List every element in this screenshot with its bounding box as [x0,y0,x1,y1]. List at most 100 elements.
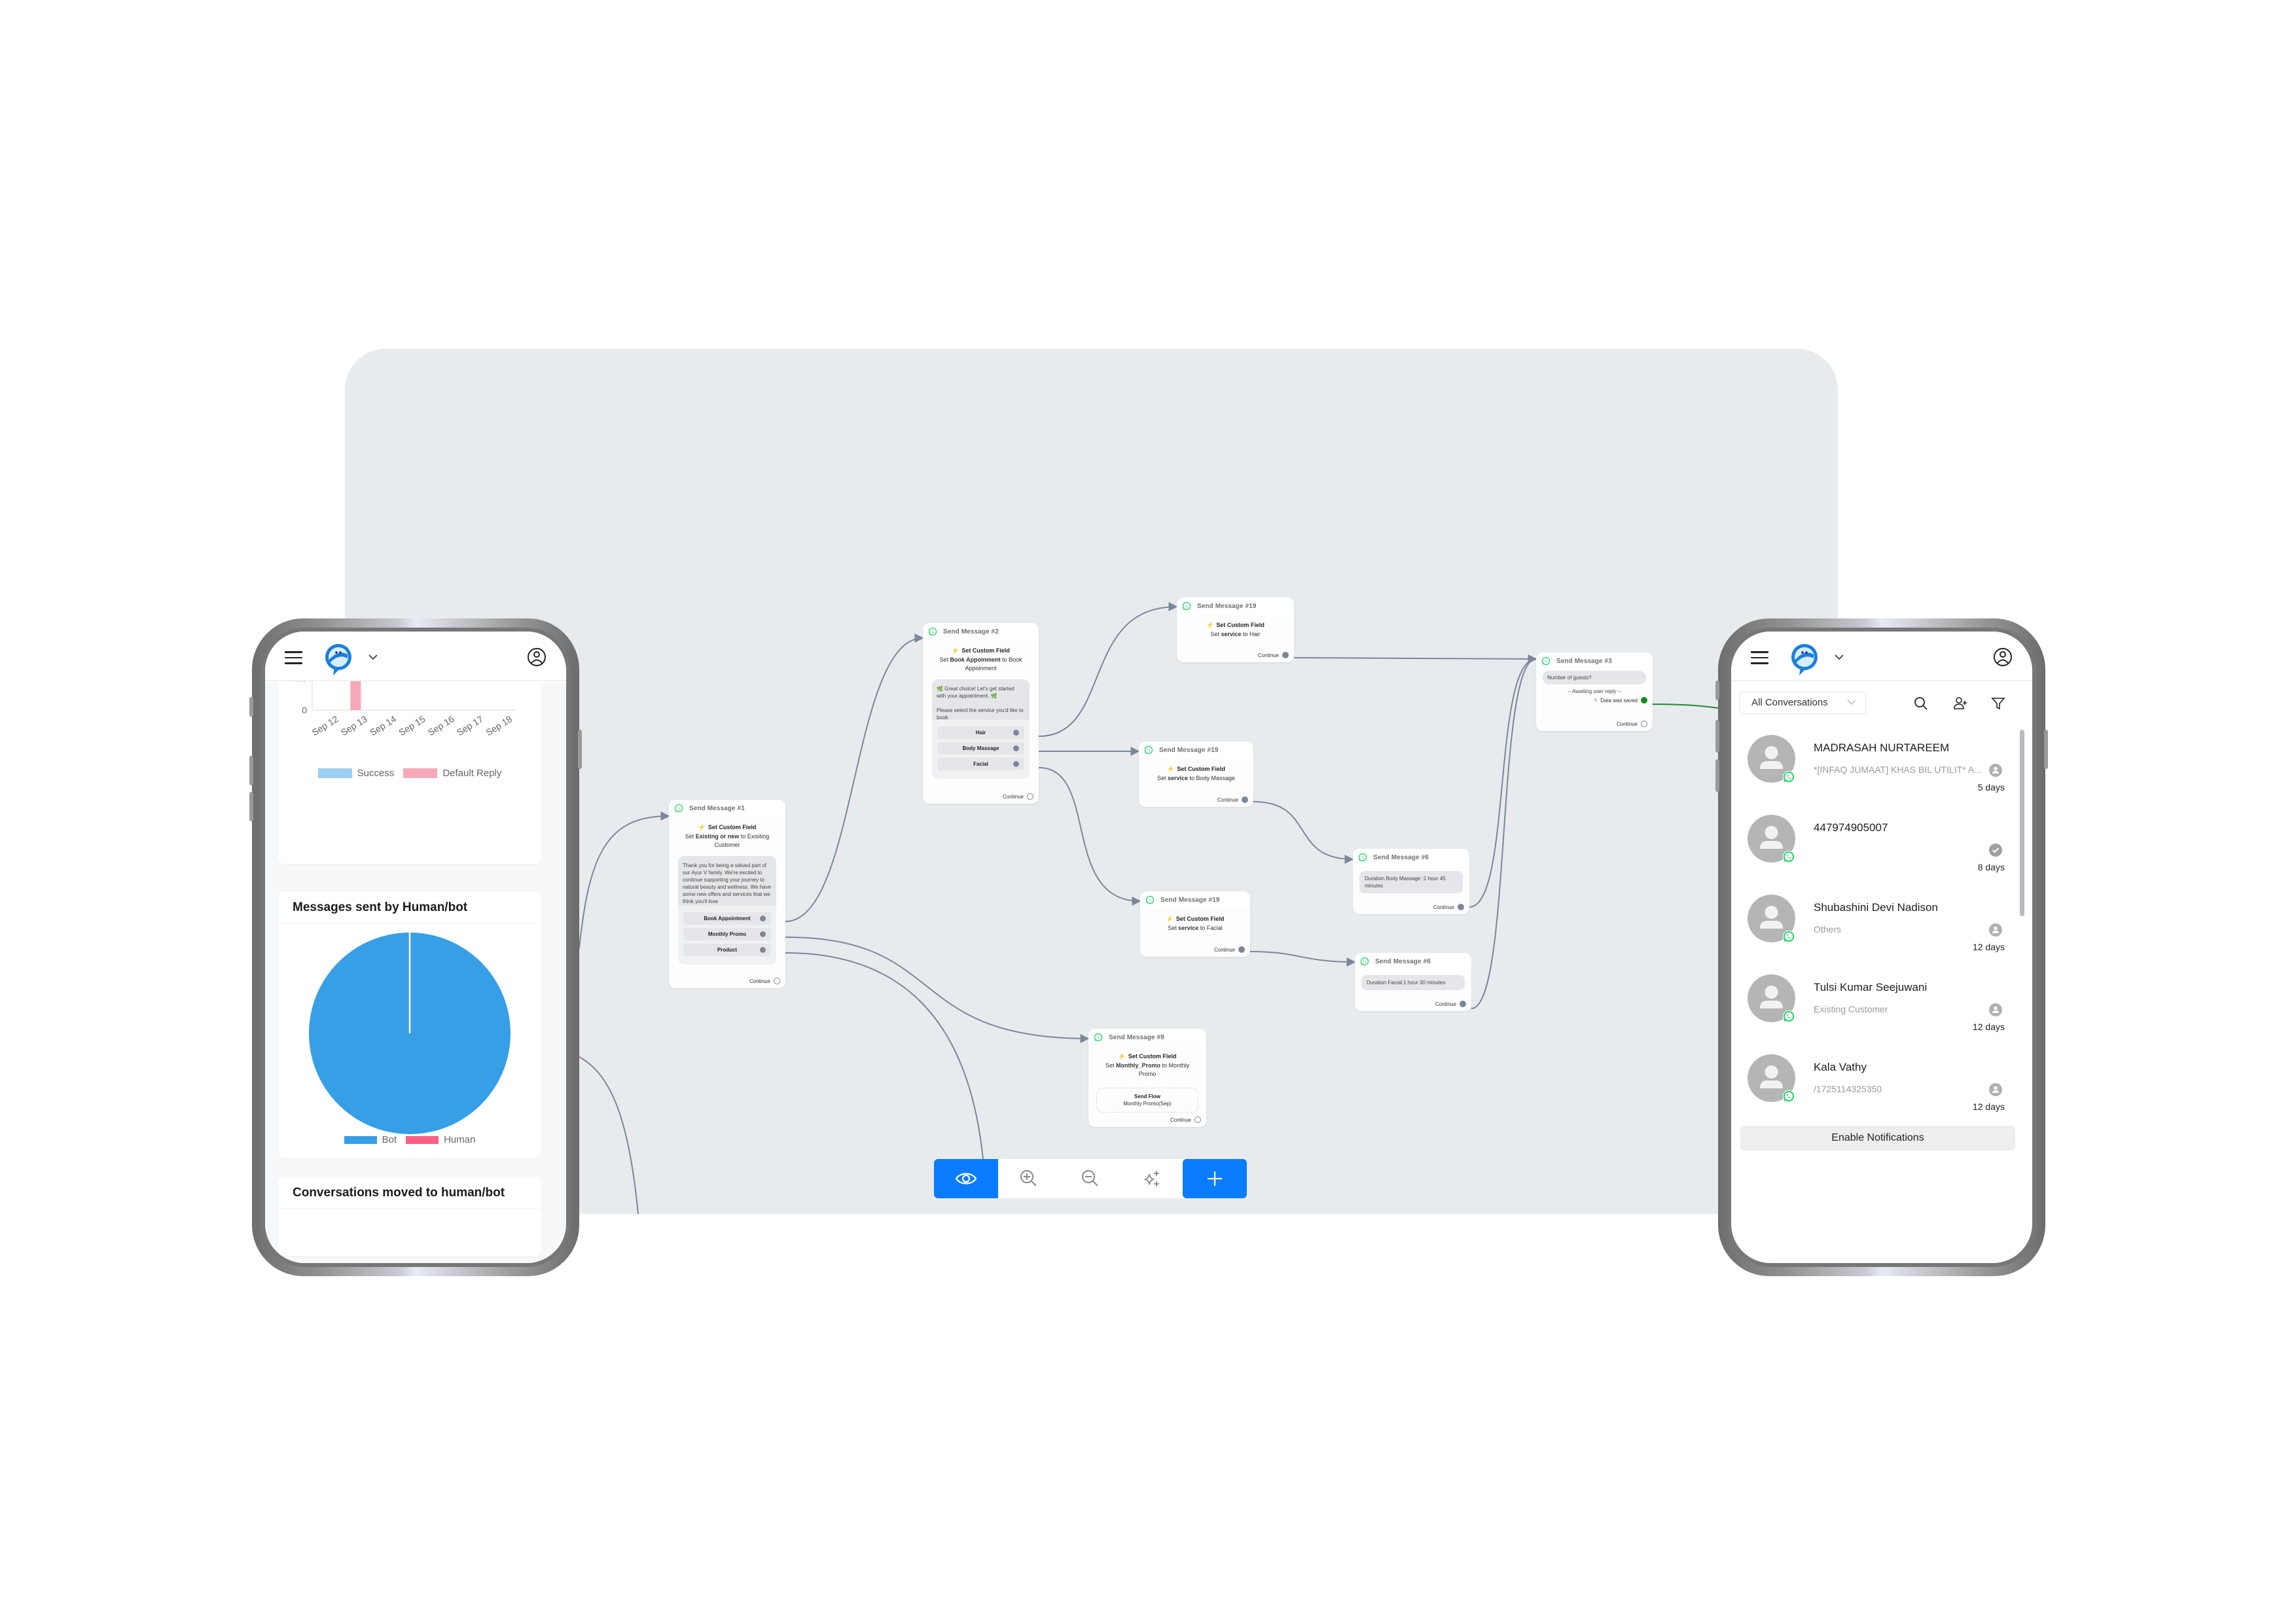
add-contact-icon[interactable] [1952,696,1968,711]
contact-avatar[interactable] [1748,895,1795,943]
phone-side-button [249,697,253,717]
contact-avatar[interactable] [1748,815,1795,863]
flow-node-send-message-2[interactable]: Send Message #2 ⚡ Set Custom Field Set Bo… [923,623,1039,804]
filter-icon[interactable] [1990,696,2006,711]
flow-node-send-message-9[interactable]: Send Message #9 ⚡ Set Custom Field Set Mo… [1088,1029,1206,1127]
connector-handle[interactable] [760,916,766,921]
connector-handle[interactable] [1238,946,1245,953]
resolved-icon [1989,844,2002,857]
conversation-scrollbar[interactable] [2020,730,2024,916]
legend-item-success[interactable]: Success [317,768,394,779]
flow-node-send-message-3[interactable]: Send Message #3 Number of guests? -- Awa… [1536,652,1653,731]
node-header: Send Message #6 [1355,953,1471,970]
conversation-item[interactable]: Tulsi Kumar Seejuwani Existing Customer 12… [1731,969,2032,1049]
app-logo[interactable] [1789,643,1820,677]
data-saved-output[interactable]: ϟ Data was saved [1536,697,1653,704]
enable-notifications-button[interactable]: Enable Notifications [1740,1126,2015,1150]
continue-output[interactable]: Continue [1170,1116,1201,1123]
quick-reply-button[interactable]: Product [683,944,771,956]
chevron-down-icon[interactable] [1835,654,1844,660]
legend-item-human[interactable]: Human [406,1134,475,1145]
connector-handle[interactable] [1013,761,1019,767]
continue-output[interactable]: Continue [1433,904,1464,910]
phone-side-button [1715,759,1719,792]
quick-reply-button[interactable]: Facial [937,758,1024,770]
pie-chart [309,933,511,1134]
menu-icon[interactable] [1751,651,1768,664]
connector-handle[interactable] [774,978,780,984]
connector-handle[interactable] [760,947,766,953]
flow-node-send-message-6-facial[interactable]: Send Message #6 Duration Facial:1 hour 3… [1355,953,1471,1011]
contact-avatar[interactable] [1748,974,1795,1023]
legend-item-default-reply[interactable]: Default Reply [403,768,501,779]
preview-button[interactable] [934,1159,998,1198]
card-title: Conversations moved to human/bot [278,1177,541,1209]
search-icon[interactable] [1913,696,1929,711]
send-flow-block[interactable]: Send Flow Monthly Promo(Sep) [1096,1088,1198,1113]
eye-icon [955,1173,977,1185]
continue-output[interactable]: Continue [1435,1001,1466,1007]
quick-reply-button[interactable]: Body Massage [937,742,1024,755]
x-tick-label: Sep 16 [426,713,456,738]
x-tick-label: Sep 15 [397,713,427,738]
zoom-out-button[interactable] [1060,1159,1121,1198]
custom-field-description: Set Monthly_Promo to Monthly Promo [1105,1062,1190,1077]
whatsapp-icon [1360,957,1369,966]
connector-handle[interactable] [1194,1116,1201,1123]
bar-chart-legend: Success Default Reply [278,768,541,779]
conversation-item[interactable]: Shubashini Devi Nadison Others 12 days [1731,889,2032,969]
connector-handle[interactable] [1641,721,1647,727]
conversation-time: 8 days [1977,862,2005,872]
continue-output[interactable]: Continue [1214,946,1245,953]
flow-node-send-message-19-hair[interactable]: Send Message #19 ⚡ Set Custom Field Set s… [1177,597,1294,662]
quick-reply-button[interactable]: Hair [937,726,1024,739]
phone-side-button [2044,730,2048,769]
dashboard-phone: 00.5Sep 12Sep 13Sep 14Sep 15Sep 16Sep 17… [249,618,582,1276]
connector-handle[interactable] [1027,793,1033,800]
quick-reply-button[interactable]: Monthly Promo [683,928,771,940]
set-custom-field-label: ⚡ Set Custom Field [1118,1053,1177,1060]
conversation-item[interactable]: MADRASAH NURTAREEM *[INFAQ JUMAAT] KHAS B… [1731,730,2032,810]
flow-node-send-message-1[interactable]: Send Message #1 ⚡ Set Custom Field Set Ex… [669,800,785,988]
conversation-filter-select[interactable]: All Conversations [1739,692,1866,714]
flow-node-send-message-19-body[interactable]: Send Message #19 ⚡ Set Custom Field Set s… [1139,741,1253,807]
add-node-button[interactable] [1183,1159,1247,1198]
connector-handle[interactable] [760,931,766,937]
node-header: Send Message #19 [1140,891,1250,908]
message-bubble: 🌿 Great choice! Let's get started with y… [932,679,1030,779]
flow-node-send-message-19-facial[interactable]: Send Message #19 ⚡ Set Custom Field Set s… [1140,891,1250,957]
connector-handle[interactable] [1460,1001,1466,1007]
zoom-in-button[interactable] [998,1159,1060,1198]
quick-reply-button[interactable]: Book Appointment [683,912,771,925]
connector-handle[interactable] [1458,904,1464,910]
continue-output[interactable]: Continue [1258,652,1289,658]
set-custom-field-label: ⚡ Set Custom Field [1167,766,1225,772]
legend-item-bot[interactable]: Bot [344,1134,397,1145]
continue-output[interactable]: Continue [1617,721,1647,727]
x-tick-label: Sep 17 [455,713,485,738]
conversation-item[interactable]: Kala Vathy/1725114325350 12 days [1731,1049,2032,1119]
chevron-down-icon[interactable] [368,654,378,660]
contact-avatar[interactable] [1748,1054,1795,1103]
conversation-time: 12 days [1972,1101,2005,1112]
continue-output[interactable]: Continue [1217,796,1248,803]
app-logo[interactable] [323,643,354,677]
account-icon[interactable] [1993,647,2013,667]
conversation-item[interactable]: 447974905007 8 days [1731,810,2032,889]
connector-handle[interactable] [1282,652,1289,658]
auto-arrange-button[interactable] [1121,1159,1183,1198]
connector-handle[interactable] [1242,796,1248,803]
connector-handle[interactable] [1013,730,1019,736]
continue-output[interactable]: Continue [1003,793,1033,800]
account-icon[interactable] [527,647,547,667]
continue-output[interactable]: Continue [749,978,780,984]
connector-handle[interactable] [1641,697,1647,704]
node-header: Send Message #6 [1353,849,1469,866]
whatsapp-icon [1541,656,1551,666]
flow-node-send-message-6-body[interactable]: Send Message #6 Duration Body Massage :1… [1353,849,1469,914]
contact-avatar[interactable] [1748,735,1795,783]
conversation-list[interactable]: MADRASAH NURTAREEM *[INFAQ JUMAAT] KHAS B… [1731,730,2032,1119]
bolt-icon: ⚡ [698,824,706,830]
menu-icon[interactable] [285,651,302,664]
connector-handle[interactable] [1013,745,1019,751]
